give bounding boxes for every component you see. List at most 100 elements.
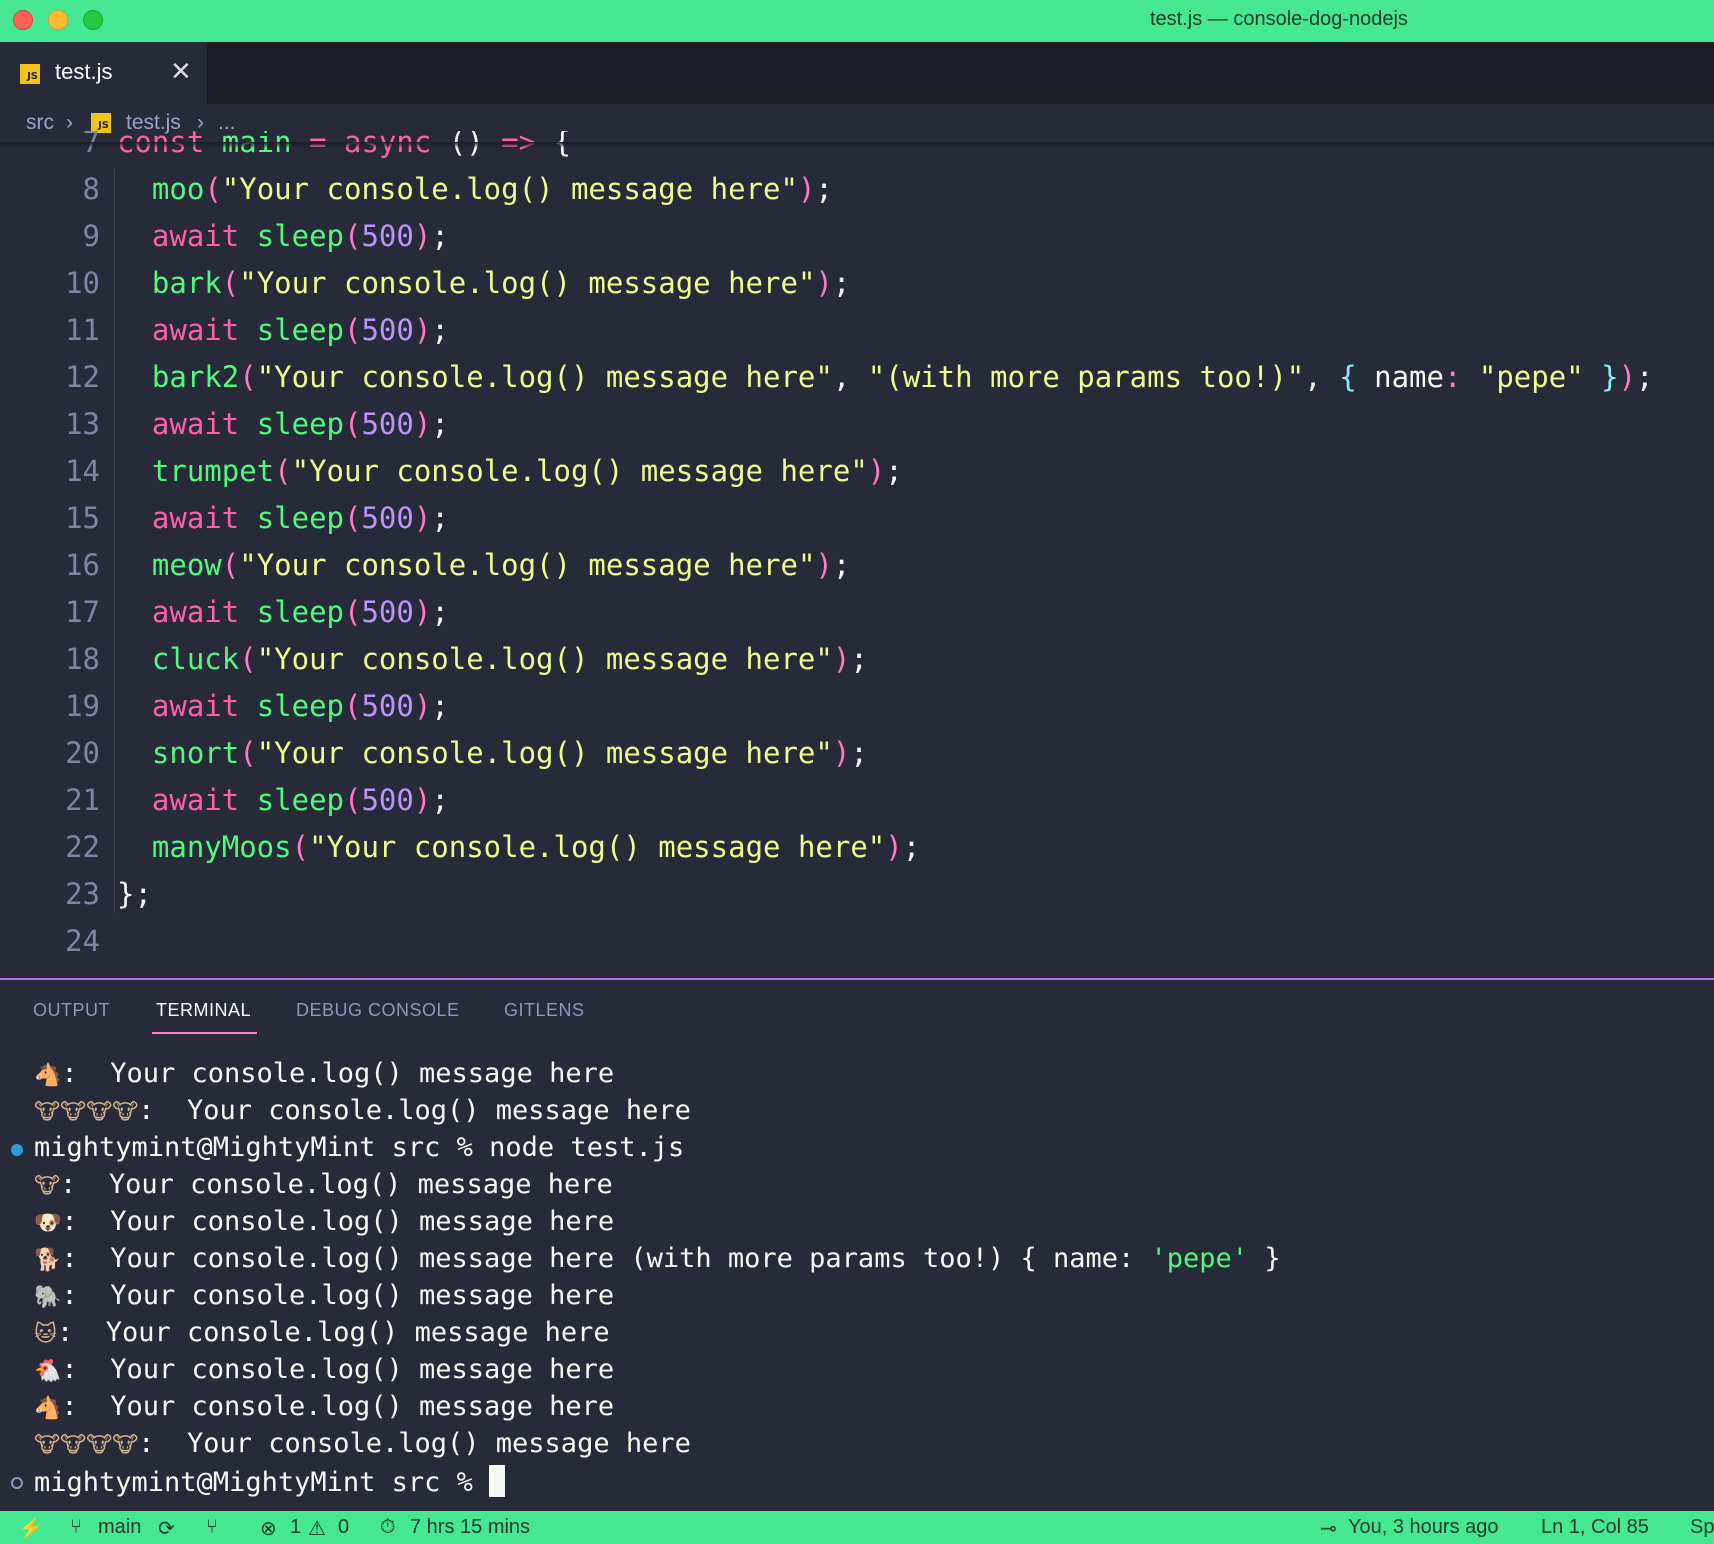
code-token: ( xyxy=(344,501,362,535)
indentation-setting[interactable]: Sp xyxy=(1690,1516,1714,1539)
blame-info[interactable]: You, 3 hours ago xyxy=(1348,1516,1499,1539)
line-number: 8 xyxy=(82,172,100,206)
code-token: ) xyxy=(413,595,432,629)
code-token: } xyxy=(1601,360,1619,394)
line-number: 23 xyxy=(65,877,100,911)
separator: : xyxy=(138,1095,187,1126)
code-token: 500 xyxy=(361,783,414,817)
code-token: await xyxy=(117,407,257,441)
remote-icon[interactable]: ⚡ xyxy=(18,1516,43,1541)
code-token: ) xyxy=(413,219,432,253)
separator: : xyxy=(61,1243,111,1274)
code-text: snort("Your console.log() message here")… xyxy=(117,736,868,770)
code-token: ) xyxy=(832,736,851,770)
code-token: "Your console.log() message here" xyxy=(256,642,833,676)
code-token: "(with more params too!)" xyxy=(867,360,1305,394)
code-token: bark xyxy=(117,266,222,300)
code-text: await sleep(500); xyxy=(117,595,449,629)
active-tab-indicator xyxy=(152,1032,257,1034)
line-number: 18 xyxy=(65,642,100,676)
code-token: { xyxy=(1339,360,1375,394)
indent-guide xyxy=(114,169,115,913)
line-number: 22 xyxy=(65,830,100,864)
line-number: 10 xyxy=(65,266,100,300)
terminal-string: 'pepe' xyxy=(1150,1243,1249,1274)
code-token: ( xyxy=(221,266,240,300)
code-token: ( xyxy=(344,407,362,441)
command-pending-dot[interactable] xyxy=(11,1477,23,1489)
code-token: "Your console.log() message here" xyxy=(239,548,816,582)
git-graph-icon[interactable]: ⑂ xyxy=(206,1516,218,1539)
maximize-window-button[interactable] xyxy=(83,10,103,30)
terminal-line: 🐱: Your console.log() message here xyxy=(34,1317,610,1354)
line-number: 13 xyxy=(65,407,100,441)
code-token: await xyxy=(117,595,257,629)
code-token: ( xyxy=(344,689,362,723)
separator: : xyxy=(61,1391,111,1422)
terminal-line: 🐴: Your console.log() message here xyxy=(34,1058,614,1095)
line-number: 19 xyxy=(65,689,100,723)
code-text: await sleep(500); xyxy=(117,219,449,253)
terminal-text: node test.js xyxy=(489,1132,685,1163)
code-token: ( xyxy=(274,454,292,488)
code-token: ) xyxy=(413,689,432,723)
commit-icon: ⊸ xyxy=(1320,1518,1337,1540)
code-token: ; xyxy=(431,219,449,253)
cursor-position[interactable]: Ln 1, Col 85 xyxy=(1541,1516,1649,1539)
code-token: ; xyxy=(885,454,903,488)
code-token: ( xyxy=(239,642,257,676)
code-token: sleep xyxy=(256,595,344,629)
code-editor[interactable]: 7const main = async () => {8 moo("Your c… xyxy=(0,131,1714,979)
elephant-icon: 🐘 xyxy=(34,1285,62,1310)
js-file-icon: JS xyxy=(20,64,40,84)
code-token: cluck xyxy=(117,642,240,676)
code-token: trumpet xyxy=(117,454,275,488)
code-token: bark2 xyxy=(117,360,240,394)
many-cows-icon: 🐮🐮🐮🐮 xyxy=(34,1100,139,1125)
terminal-line: 🐕: Your console.log() message here (with… xyxy=(34,1243,1281,1280)
code-token: 500 xyxy=(361,595,414,629)
code-text: await sleep(500); xyxy=(117,501,449,535)
tab-terminal[interactable]: TERMINAL xyxy=(156,1000,251,1021)
code-text: }; xyxy=(117,877,152,911)
terminal-text: Your console.log() message here xyxy=(108,1169,613,1200)
branch-name[interactable]: main xyxy=(98,1516,141,1539)
code-token: ) xyxy=(413,783,432,817)
line-number: 9 xyxy=(82,219,100,253)
tab-label: test.js xyxy=(55,59,113,84)
terminal-line: 🐮🐮🐮🐮: Your console.log() message here xyxy=(34,1095,691,1132)
separator: : xyxy=(60,1169,109,1200)
terminal-text: Your console.log() message here xyxy=(110,1206,615,1237)
code-token: 500 xyxy=(361,689,414,723)
dog2-icon: 🐕 xyxy=(34,1248,62,1273)
error-count[interactable]: 1 xyxy=(290,1516,301,1539)
time-tracked[interactable]: 7 hrs 15 mins xyxy=(410,1516,530,1539)
tab-test-js[interactable]: JS test.js ✕ xyxy=(0,42,207,104)
status-bar: ⚡ ⑂ main ⟳ ⑂ ⊗ 1 ⚠ 0 ⏱ 7 hrs 15 mins ⊸ Y… xyxy=(0,1511,1714,1544)
code-token: "Your console.log() message here" xyxy=(291,454,868,488)
terminal-line: mightymint@MightyMint src % xyxy=(34,1465,506,1502)
close-window-button[interactable] xyxy=(13,10,33,30)
code-token: ) xyxy=(832,642,851,676)
line-number: 21 xyxy=(65,783,100,817)
line-number: 16 xyxy=(65,548,100,582)
dog-icon: 🐶 xyxy=(34,1211,62,1236)
code-text: trumpet("Your console.log() message here… xyxy=(117,454,903,488)
tab-gitlens[interactable]: GITLENS xyxy=(504,1000,585,1021)
minimize-window-button[interactable] xyxy=(48,10,68,30)
close-tab-icon[interactable]: ✕ xyxy=(170,56,192,87)
code-token: moo xyxy=(117,172,205,206)
tab-debug-console[interactable]: DEBUG CONSOLE xyxy=(296,1000,460,1021)
code-token: ) xyxy=(413,501,432,535)
command-success-dot[interactable] xyxy=(11,1144,23,1156)
code-token: sleep xyxy=(256,219,344,253)
code-token: sleep xyxy=(256,783,344,817)
terminal-line: 🐴: Your console.log() message here xyxy=(34,1391,614,1428)
tab-output[interactable]: OUTPUT xyxy=(33,1000,110,1021)
warning-count[interactable]: 0 xyxy=(338,1516,349,1539)
shell-prompt: mightymint@MightyMint src % xyxy=(34,1467,490,1498)
code-token: ; xyxy=(431,783,449,817)
code-token: , xyxy=(832,360,868,394)
separator: : xyxy=(138,1428,187,1459)
sync-icon[interactable]: ⟳ xyxy=(158,1516,175,1541)
